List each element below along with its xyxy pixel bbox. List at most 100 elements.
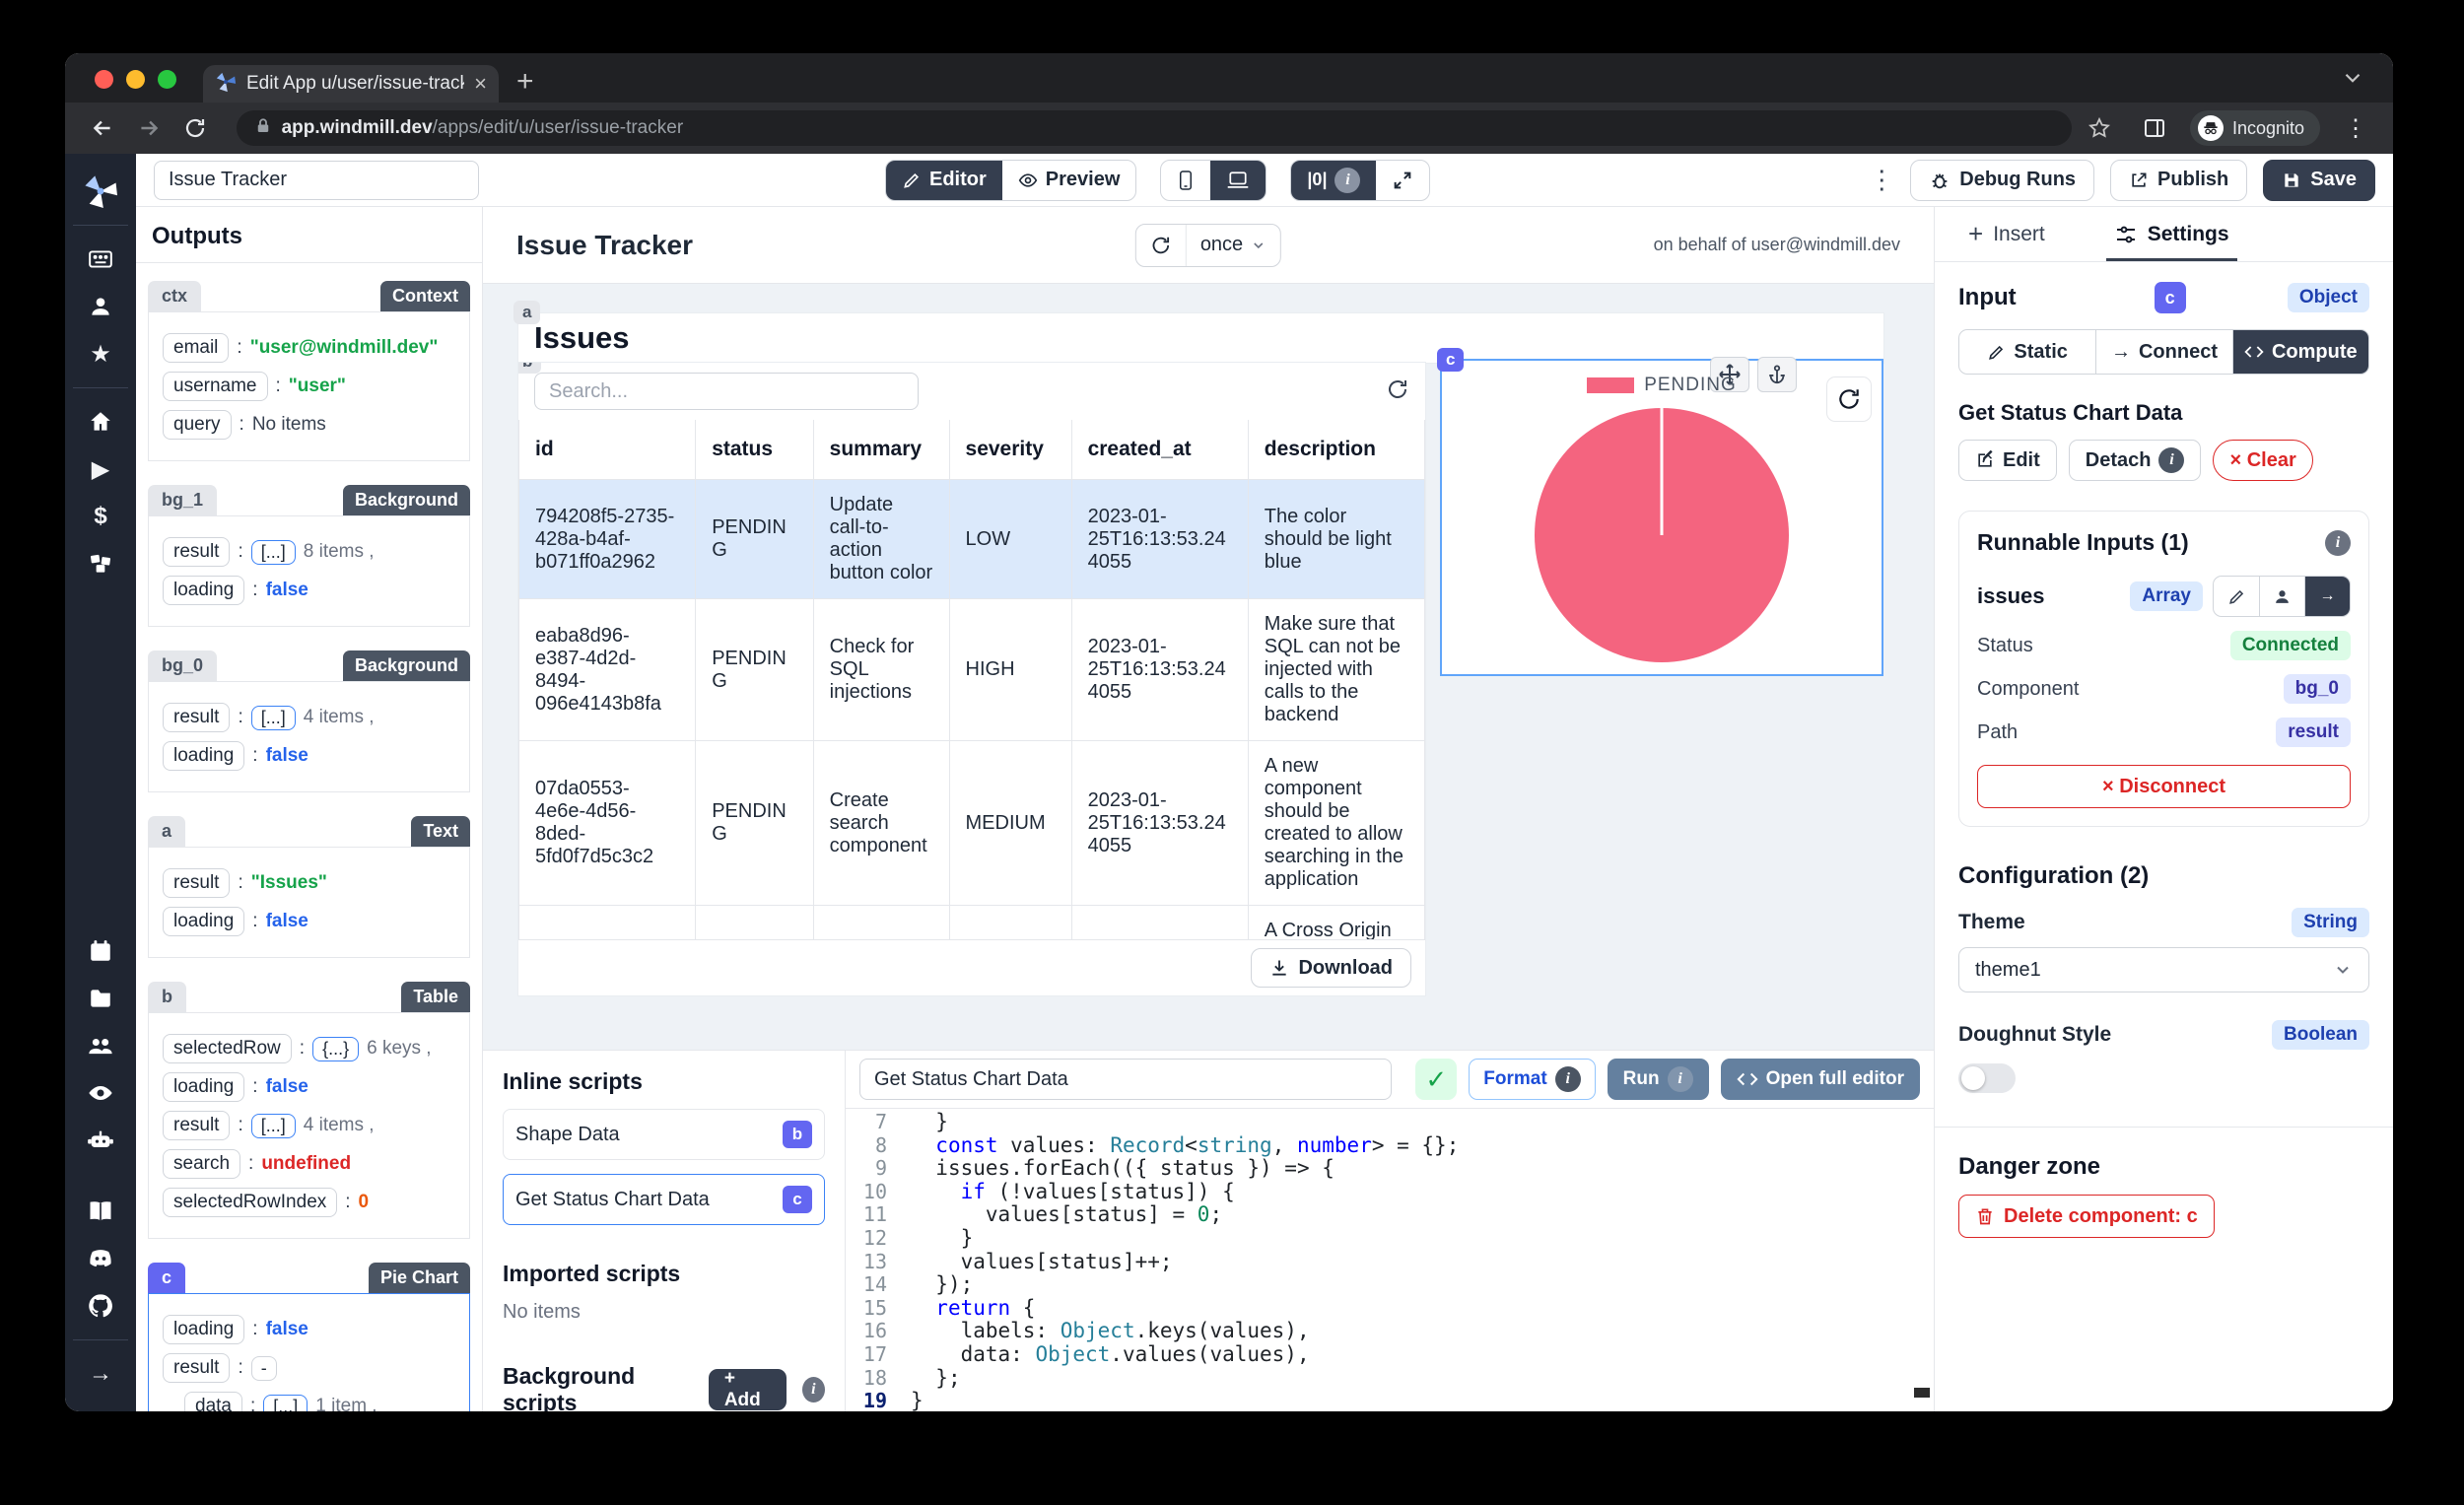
- output-key[interactable]: data: [184, 1392, 242, 1411]
- column-header-severity[interactable]: severity: [949, 420, 1071, 480]
- inline-script-item[interactable]: Shape Data b: [503, 1109, 825, 1160]
- output-key[interactable]: result: [163, 1111, 230, 1140]
- detach-script-button[interactable]: Detachi: [2069, 440, 2202, 481]
- minimize-window-button[interactable]: [126, 70, 145, 89]
- table-cell[interactable]: Check for SQL injections: [813, 599, 949, 741]
- monaco-editor[interactable]: 78910111213141516171819 } const values: …: [846, 1108, 1934, 1411]
- discord-icon[interactable]: [79, 1237, 122, 1280]
- docs-book-icon[interactable]: [79, 1190, 122, 1233]
- table-cell[interactable]: [1071, 906, 1248, 940]
- expand-box[interactable]: [...]: [263, 1395, 308, 1412]
- table-cell[interactable]: Update call-to-action button color: [813, 480, 949, 599]
- table-row[interactable]: A Cross Origin: [519, 906, 1425, 940]
- doughnut-toggle[interactable]: [1958, 1063, 2016, 1093]
- output-key[interactable]: result: [163, 1353, 230, 1383]
- table-cell[interactable]: [949, 906, 1071, 940]
- table-component-b[interactable]: b Search... idstatussummaryseveritycreat…: [518, 363, 1425, 995]
- static-edit-button[interactable]: [2214, 577, 2259, 616]
- table-cell[interactable]: [813, 906, 949, 940]
- table-cell[interactable]: 794208f5-2735-428a-b4af-b071ff0a2962: [519, 480, 696, 599]
- column-header-description[interactable]: description: [1248, 420, 1424, 480]
- code-line[interactable]: const values: Record<string, number> = {…: [911, 1134, 1934, 1158]
- output-card-bg_0[interactable]: bg_0 Background result :[...]4 items , l…: [148, 650, 470, 792]
- theme-select[interactable]: theme1: [1958, 947, 2369, 992]
- fullscreen-button[interactable]: [1376, 161, 1429, 200]
- table-cell[interactable]: 2023-01-25T16:13:53.244055: [1071, 480, 1248, 599]
- refresh-mode-select[interactable]: once: [1186, 225, 1280, 266]
- output-key[interactable]: loading: [163, 1315, 244, 1344]
- expand-box[interactable]: [...]: [251, 706, 296, 730]
- output-key[interactable]: result: [163, 537, 230, 567]
- table-cell[interactable]: MEDIUM: [949, 741, 1071, 906]
- variables-dollar-icon[interactable]: $: [79, 495, 122, 538]
- table-cell[interactable]: [519, 906, 696, 940]
- clear-script-button[interactable]: × Clear: [2213, 440, 2312, 481]
- expand-box[interactable]: {...}: [312, 1037, 359, 1061]
- expand-box[interactable]: -: [251, 1356, 277, 1381]
- code-line[interactable]: });: [911, 1273, 1934, 1297]
- code-line[interactable]: }: [911, 1111, 1934, 1134]
- table-cell[interactable]: PENDING: [696, 480, 813, 599]
- output-key[interactable]: result: [163, 703, 230, 732]
- code-line[interactable]: data: Object.values(values),: [911, 1343, 1934, 1367]
- output-key[interactable]: loading: [163, 741, 244, 771]
- table-cell[interactable]: 2023-01-25T16:13:53.244055: [1071, 599, 1248, 741]
- app-refresh-button[interactable]: [1136, 225, 1186, 266]
- output-key[interactable]: loading: [163, 576, 244, 605]
- output-key[interactable]: email: [163, 333, 229, 363]
- column-header-created_at[interactable]: created_at: [1071, 420, 1248, 480]
- diff-button[interactable]: |0|i: [1291, 161, 1376, 200]
- publish-button[interactable]: Publish: [2110, 160, 2247, 201]
- table-search-input[interactable]: Search...: [534, 373, 919, 410]
- favorites-star-icon[interactable]: ★: [79, 332, 122, 376]
- table-cell[interactable]: 07da0553-4e6e-4d56-8ded-5fd0f7d5c3c2: [519, 741, 696, 906]
- pie-legend[interactable]: PENDING: [1442, 375, 1882, 396]
- code-line[interactable]: issues.forEach(({ status }) => {: [911, 1157, 1934, 1181]
- table-cell[interactable]: eaba8d96-e387-4d2d-8494-096e4143b8fa: [519, 599, 696, 741]
- download-button[interactable]: Download: [1251, 948, 1411, 988]
- table-cell[interactable]: HIGH: [949, 599, 1071, 741]
- format-button[interactable]: Formati: [1469, 1059, 1595, 1100]
- output-card-b[interactable]: b Table selectedRow :{...}6 keys , loadi…: [148, 982, 470, 1239]
- output-card-key[interactable]: ctx: [148, 281, 201, 311]
- groups-users-icon[interactable]: [79, 1024, 122, 1067]
- preview-mode-button[interactable]: Preview: [1002, 161, 1136, 200]
- code-line[interactable]: };: [911, 1367, 1934, 1391]
- tab-settings[interactable]: Settings: [2114, 207, 2229, 261]
- script-name-input[interactable]: Get Status Chart Data: [859, 1059, 1392, 1100]
- home-icon[interactable]: [79, 400, 122, 444]
- user-input-button[interactable]: [2259, 577, 2304, 616]
- output-card-key[interactable]: a: [148, 816, 185, 847]
- side-panel-icon[interactable]: [2135, 108, 2174, 148]
- traffic-lights[interactable]: [95, 70, 176, 89]
- inline-script-item[interactable]: Get Status Chart Data c: [503, 1174, 825, 1225]
- output-card-bg_1[interactable]: bg_1 Background result :[...]8 items , l…: [148, 485, 470, 627]
- table-row[interactable]: 794208f5-2735-428a-b4af-b071ff0a2962PEND…: [519, 480, 1425, 599]
- output-key[interactable]: loading: [163, 907, 244, 936]
- output-key[interactable]: query: [163, 410, 232, 440]
- forward-icon[interactable]: [129, 108, 168, 148]
- workers-robot-icon[interactable]: [79, 1119, 122, 1162]
- table-cell[interactable]: PENDING: [696, 599, 813, 741]
- new-tab-button[interactable]: +: [516, 65, 534, 99]
- output-card-key[interactable]: b: [148, 982, 186, 1012]
- debug-runs-button[interactable]: Debug Runs: [1910, 160, 2094, 201]
- output-card-key[interactable]: c: [148, 1263, 185, 1293]
- output-card-ctx[interactable]: ctx Context email :"user@windmill.dev" u…: [148, 281, 470, 461]
- code-line[interactable]: labels: Object.keys(values),: [911, 1320, 1934, 1343]
- table-cell[interactable]: LOW: [949, 480, 1071, 599]
- output-key[interactable]: selectedRowIndex: [163, 1188, 337, 1217]
- column-header-id[interactable]: id: [519, 420, 696, 480]
- table-cell[interactable]: [696, 906, 813, 940]
- schedules-calendar-icon[interactable]: [79, 929, 122, 973]
- user-icon[interactable]: [79, 285, 122, 328]
- collapse-sidebar-arrow-icon[interactable]: →: [79, 1352, 122, 1396]
- info-icon[interactable]: i: [2325, 530, 2351, 556]
- output-key[interactable]: search: [163, 1149, 240, 1179]
- output-key[interactable]: selectedRow: [163, 1034, 292, 1063]
- disconnect-button[interactable]: × Disconnect: [1977, 765, 2351, 808]
- folders-icon[interactable]: [79, 977, 122, 1020]
- reload-icon[interactable]: [175, 108, 214, 148]
- table-row[interactable]: eaba8d96-e387-4d2d-8494-096e4143b8faPEND…: [519, 599, 1425, 741]
- output-key[interactable]: loading: [163, 1072, 244, 1102]
